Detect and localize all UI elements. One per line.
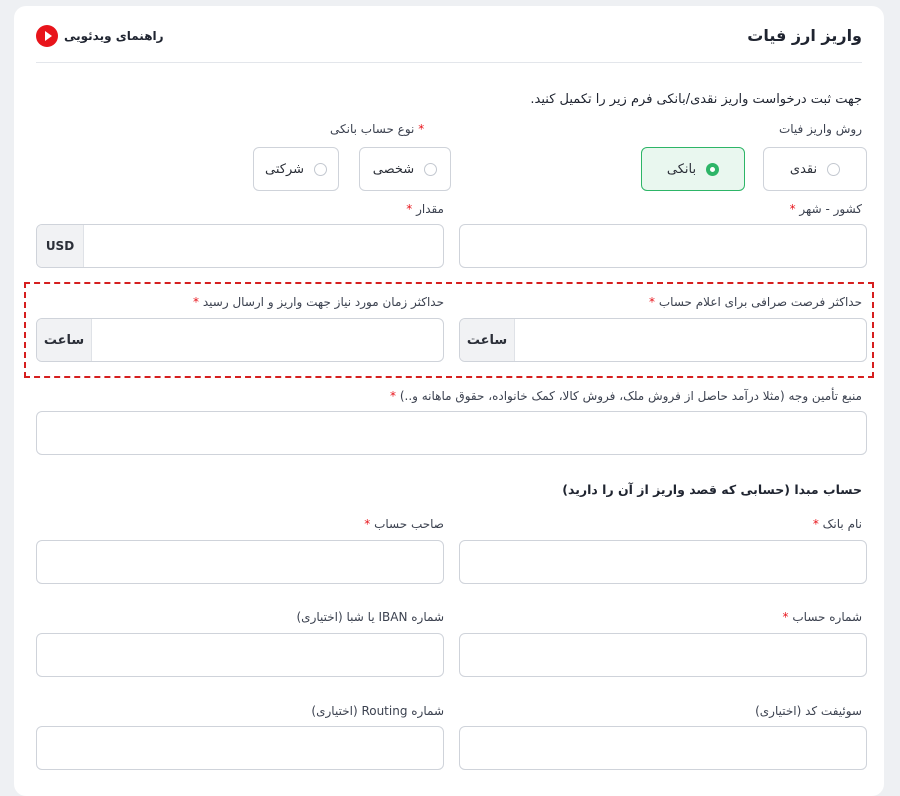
iban-field[interactable]: [36, 633, 444, 677]
routing-field[interactable]: [36, 726, 444, 770]
bank-name-label: نام بانک *: [812, 517, 862, 531]
max-exchange-time-label: حداکثر فرصت صرافی برای اعلام حساب *: [649, 295, 862, 309]
amount-label: مقدار *: [406, 202, 444, 216]
hour-addon: ساعت: [37, 319, 92, 361]
routing-label: شماره Routing (اختیاری): [311, 704, 444, 718]
account-type-label: * نوع حساب بانکی: [330, 122, 425, 136]
currency-addon: USD: [37, 225, 84, 267]
page-title: واریز ارز فیات: [747, 26, 862, 45]
bank-name-input[interactable]: [460, 541, 866, 583]
country-city-label: کشور - شهر *: [789, 202, 862, 216]
iban-label: شماره IBAN یا شبا (اختیاری): [296, 610, 445, 624]
account-number-label: شماره حساب *: [782, 610, 862, 624]
hour-addon: ساعت: [460, 319, 515, 361]
swift-input[interactable]: [460, 727, 866, 769]
swift-field[interactable]: [459, 726, 867, 770]
radio-empty-icon: [424, 162, 438, 176]
max-deposit-time-field[interactable]: ساعت: [36, 318, 444, 362]
country-city-field[interactable]: [459, 224, 867, 268]
routing-input[interactable]: [37, 727, 443, 769]
source-of-funds-field[interactable]: [36, 411, 867, 455]
iban-input[interactable]: [37, 634, 443, 676]
amount-field[interactable]: USD: [36, 224, 444, 268]
intro-text: جهت ثبت درخواست واریز نقدی/بانکی فرم زیر…: [530, 92, 862, 107]
max-exchange-time-input[interactable]: [460, 319, 866, 361]
header-divider: [36, 62, 862, 63]
account-type-personal-radio[interactable]: شخصی: [359, 147, 451, 191]
amount-input[interactable]: [37, 225, 443, 267]
account-holder-field[interactable]: [36, 540, 444, 584]
source-of-funds-input[interactable]: [37, 412, 866, 454]
radio-empty-icon: [314, 162, 328, 176]
source-of-funds-label: منبع تأمین وجه (مثلا درآمد حاصل از فروش …: [390, 389, 862, 403]
origin-account-heading: حساب مبدا (حسابی که قصد واریز از آن را د…: [562, 482, 862, 497]
swift-label: سوئیفت کد (اختیاری): [755, 704, 862, 718]
radio-selected-icon: [706, 162, 720, 176]
country-city-input[interactable]: [460, 225, 866, 267]
bank-name-field[interactable]: [459, 540, 867, 584]
radio-empty-icon: [827, 162, 841, 176]
account-number-field[interactable]: [459, 633, 867, 677]
play-icon: [36, 25, 58, 47]
deposit-form-card: واریز ارز فیات راهنمای ویدئویی جهت ثبت د…: [14, 6, 884, 796]
video-guide-link[interactable]: راهنمای ویدئویی: [36, 25, 164, 47]
deposit-method-label: روش واریز فیات: [778, 122, 862, 136]
video-guide-label: راهنمای ویدئویی: [64, 29, 164, 43]
account-holder-input[interactable]: [37, 541, 443, 583]
account-holder-label: صاحب حساب *: [364, 517, 444, 531]
max-exchange-time-field[interactable]: ساعت: [459, 318, 867, 362]
account-number-input[interactable]: [460, 634, 866, 676]
account-type-company-radio[interactable]: شرکتی: [253, 147, 339, 191]
max-deposit-time-label: حداکثر زمان مورد نیاز جهت واریز و ارسال …: [193, 295, 444, 309]
max-deposit-time-input[interactable]: [37, 319, 443, 361]
deposit-method-bank-radio[interactable]: بانکی: [641, 147, 745, 191]
deposit-method-cash-radio[interactable]: نقدی: [763, 147, 867, 191]
